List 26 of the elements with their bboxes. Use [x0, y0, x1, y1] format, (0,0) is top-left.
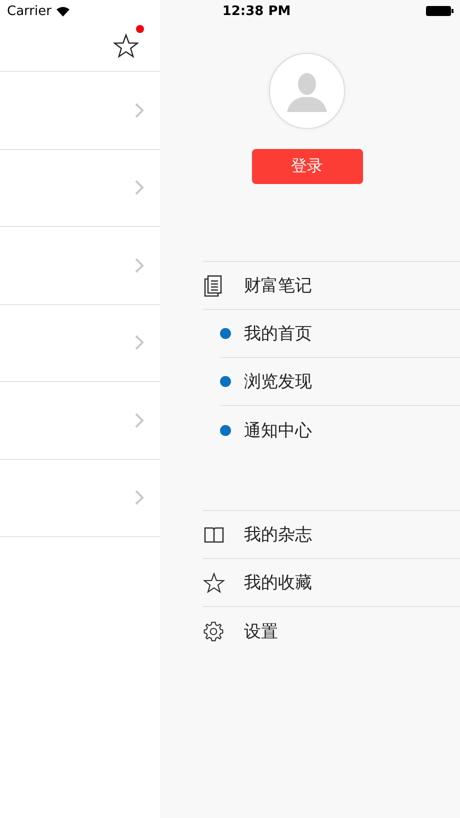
bullet-dot: [220, 424, 231, 436]
favorites-star-icon[interactable]: [113, 33, 139, 59]
menu-item[interactable]: 我的杂志: [203, 511, 460, 559]
bullet-dot: [220, 328, 231, 339]
book-icon: [203, 526, 225, 542]
chevron-icon: [135, 180, 144, 196]
menu-item[interactable]: 设置: [203, 607, 460, 655]
submenu-item[interactable]: 浏览发现: [220, 358, 460, 406]
chevron-icon: [135, 258, 144, 273]
chevron-icon: [135, 412, 144, 428]
login-button[interactable]: 登录: [252, 149, 362, 184]
submenu-item[interactable]: 我的首页: [220, 310, 460, 358]
star-icon: [203, 572, 225, 594]
chevron-icon: [135, 102, 144, 118]
chevron-icon: [135, 335, 144, 350]
menu-item[interactable]: 我的收藏: [203, 559, 460, 607]
carrier-name: Carrier: [7, 4, 52, 18]
settings-icon: [203, 620, 224, 642]
menu-item[interactable]: 财富笔记: [203, 262, 460, 310]
submenu-item[interactable]: 通知中心: [220, 406, 460, 454]
wifi-icon: [56, 6, 70, 16]
document-icon: [203, 274, 223, 296]
battery-icon: [426, 5, 454, 17]
chevron-icon: [135, 490, 144, 506]
status-time: 12:38 PM: [222, 4, 291, 18]
bullet-dot: [220, 376, 231, 387]
